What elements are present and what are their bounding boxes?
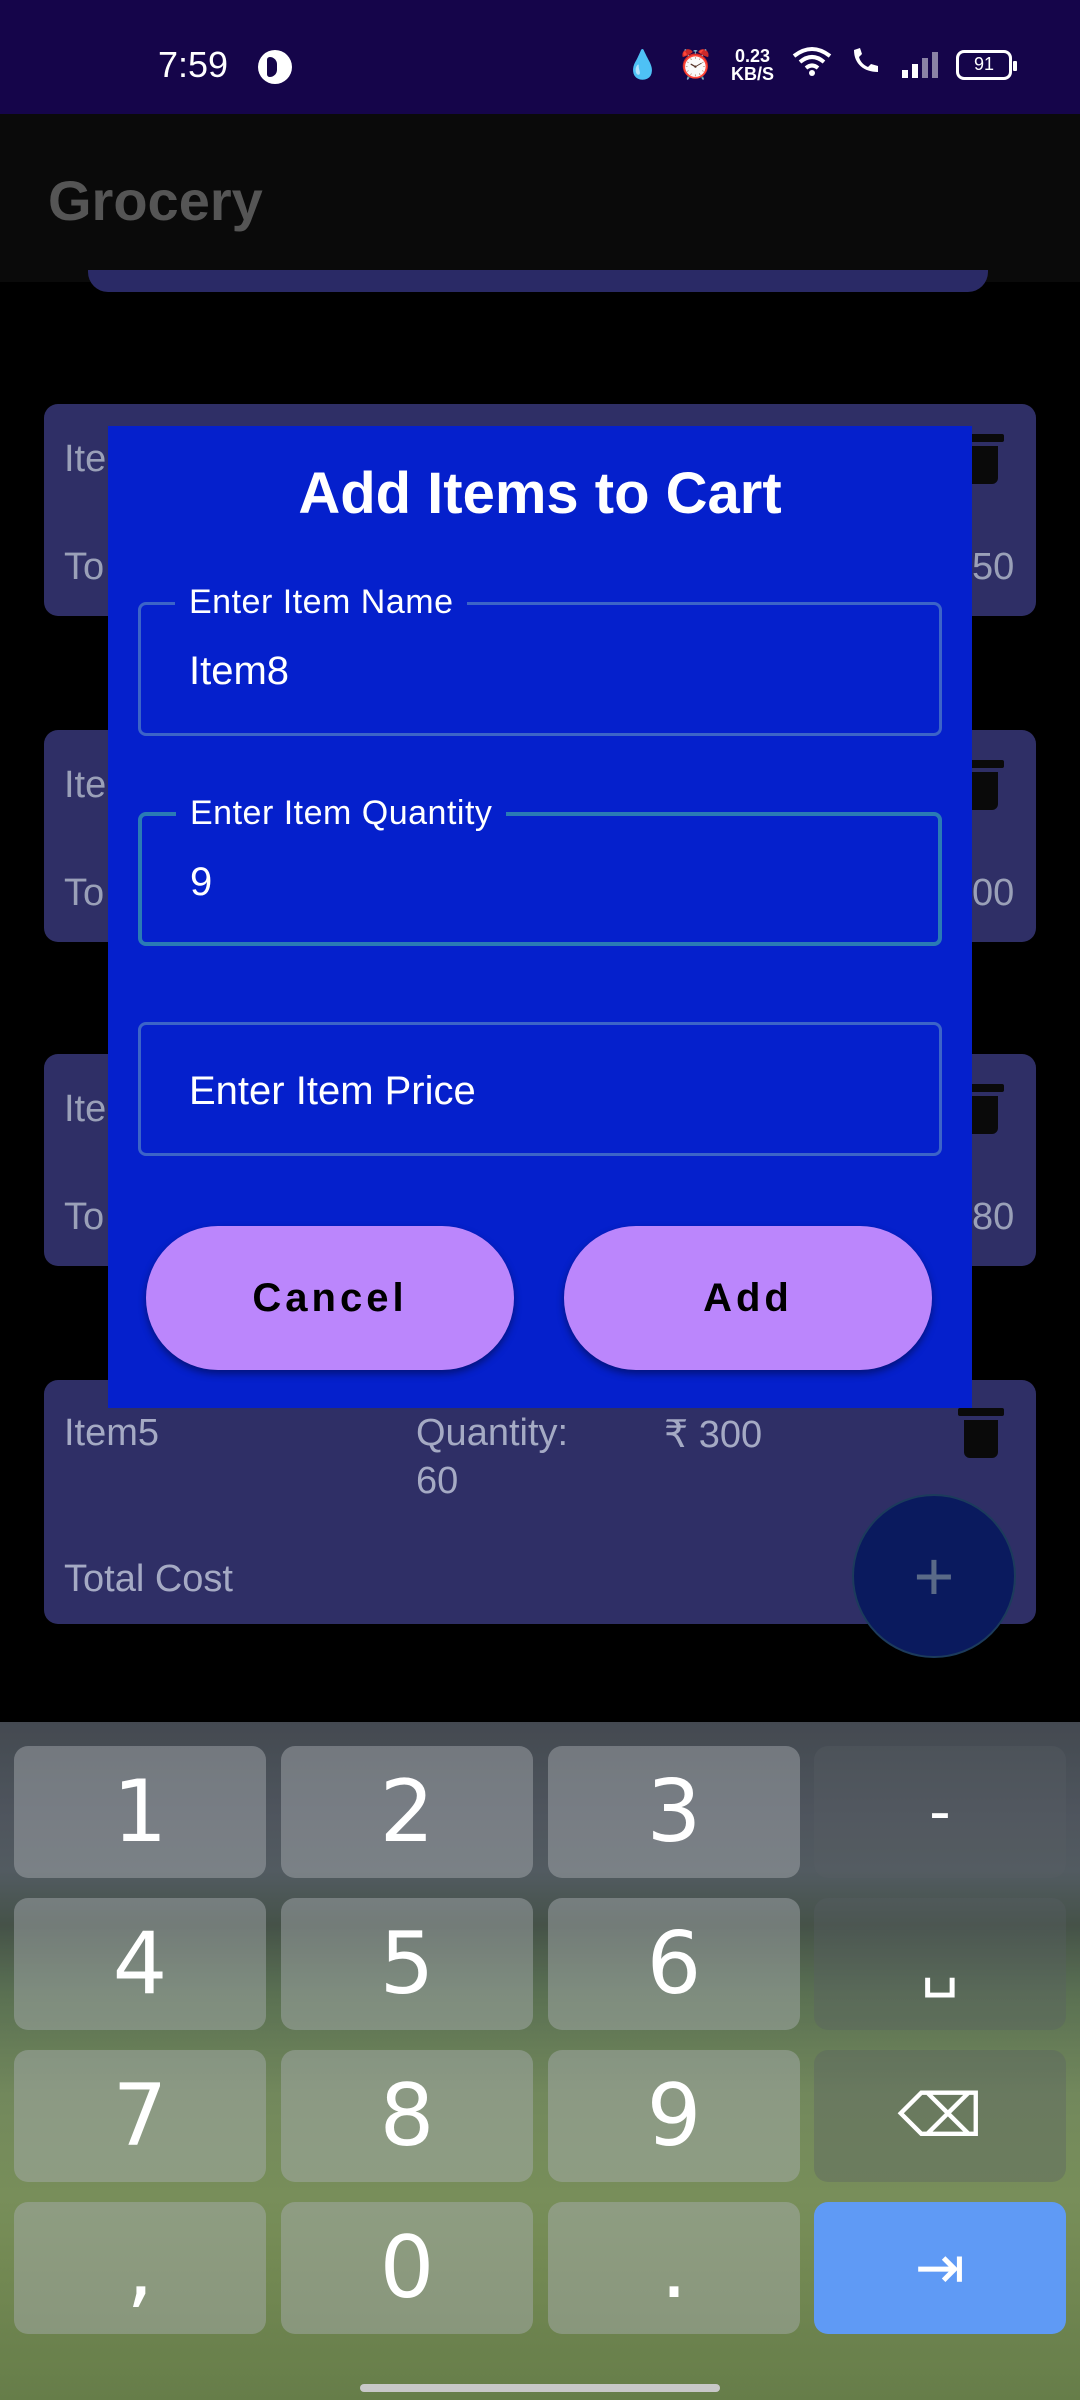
item-quantity-label: Quantity: <box>416 1412 569 1454</box>
key-period[interactable]: . <box>548 2202 800 2334</box>
cancel-button[interactable]: Cancel <box>146 1226 514 1370</box>
key-minus[interactable]: - <box>814 1746 1066 1878</box>
dialog-title: Add Items to Cart <box>298 461 782 526</box>
item-quantity-label: Enter Item Quantity <box>176 794 507 833</box>
space-key-icon[interactable]: ␣ <box>814 1898 1066 2030</box>
add-item-fab[interactable]: + <box>852 1494 1016 1658</box>
key-3[interactable]: 3 <box>548 1746 800 1878</box>
alarm-icon: ⏰ <box>678 49 713 80</box>
key-0[interactable]: 0 <box>281 2202 533 2334</box>
item-name: Item5 <box>64 1412 160 1454</box>
cell-signal-icon <box>902 51 938 78</box>
key-2[interactable]: 2 <box>281 1746 533 1878</box>
item-quantity-value: 60 <box>416 1460 459 1502</box>
item-name-value: Item8 <box>189 649 290 693</box>
key-8[interactable]: 8 <box>281 2050 533 2182</box>
next-field-icon[interactable]: ⇥ <box>814 2202 1066 2334</box>
app-bar: Grocery <box>0 114 1080 282</box>
backspace-icon[interactable]: ⌫ <box>814 2050 1066 2182</box>
item-price-placeholder: Enter Item Price <box>189 1069 476 1113</box>
wifi-calling-icon <box>850 46 884 83</box>
item-quantity-value: 9 <box>190 860 213 904</box>
item-total: 80 <box>972 1196 1015 1238</box>
network-speed-value: 0.23 <box>734 45 771 66</box>
item-name: Ite <box>64 1088 107 1130</box>
add-button[interactable]: Add <box>564 1226 932 1370</box>
item-name-field[interactable]: Enter Item Name Item8 <box>138 583 942 736</box>
trash-icon[interactable] <box>958 1408 1004 1458</box>
add-items-dialog: Add Items to Cart Enter Item Name Item8 … <box>108 426 972 1408</box>
plus-icon: + <box>913 1537 955 1615</box>
item-price-field[interactable]: Enter Item Price <box>138 1022 942 1156</box>
notification-app-icon <box>258 50 292 84</box>
key-1[interactable]: 1 <box>14 1746 266 1878</box>
item-name-label: Enter Item Name <box>175 583 468 622</box>
data-saver-icon: 💧 <box>625 49 661 80</box>
item-name: Ite <box>64 764 107 806</box>
item-total: 50 <box>972 546 1015 588</box>
network-speed-unit: KB/S <box>730 63 774 84</box>
gesture-nav-bar[interactable] <box>360 2384 720 2392</box>
total-cost-label: To <box>64 1196 105 1238</box>
total-cost-label: Total Cost <box>64 1558 233 1600</box>
key-5[interactable]: 5 <box>281 1898 533 2030</box>
numeric-keyboard: 1 2 3 - 4 5 6 ␣ 7 8 9 ⌫ , 0 . ⇥ <box>0 1722 1080 2400</box>
item-price: ₹ 300 <box>664 1414 763 1456</box>
app-title: Grocery <box>48 169 263 232</box>
key-comma[interactable]: , <box>14 2202 266 2334</box>
wifi-icon <box>792 46 832 83</box>
status-time: 7:59 <box>158 44 229 85</box>
status-icons: 💧 ⏰ 0.23 KB/S 91 <box>625 46 1017 83</box>
key-4[interactable]: 4 <box>14 1898 266 2030</box>
item-quantity-field[interactable]: Enter Item Quantity 9 <box>138 794 942 946</box>
total-cost-label: To <box>64 546 105 588</box>
list-item-edge <box>88 270 988 292</box>
network-speed: 0.23 KB/S <box>731 47 774 83</box>
status-bar: 7:59 💧 ⏰ 0.23 KB/S 91 <box>0 0 1080 114</box>
total-cost-label: To <box>64 872 105 914</box>
key-7[interactable]: 7 <box>14 2050 266 2182</box>
item-total: 00 <box>972 872 1015 914</box>
key-6[interactable]: 6 <box>548 1898 800 2030</box>
item-name: Ite <box>64 438 107 480</box>
key-9[interactable]: 9 <box>548 2050 800 2182</box>
battery-icon: 91 <box>956 49 1017 80</box>
